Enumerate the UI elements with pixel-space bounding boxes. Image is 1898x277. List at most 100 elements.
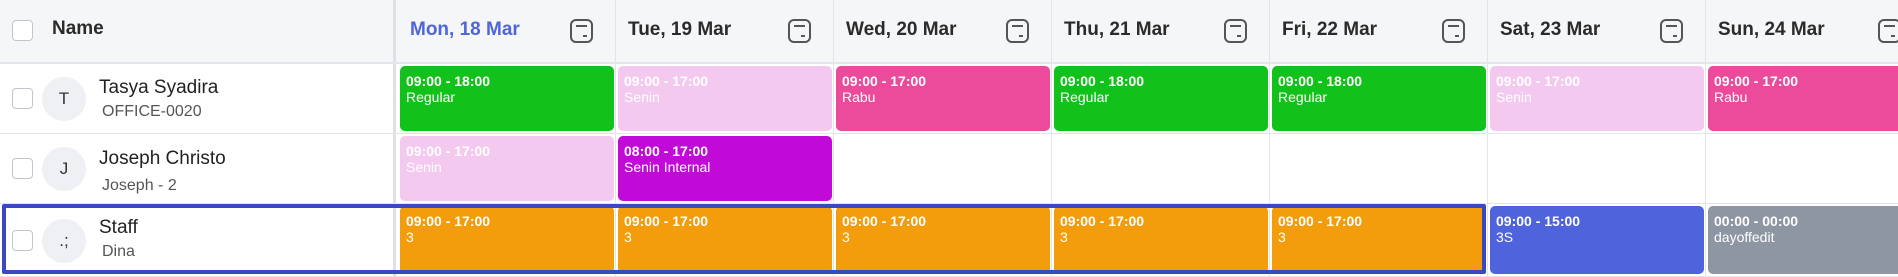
- shift-block[interactable]: 09:00 - 17:00 3: [400, 206, 614, 274]
- employee-code: Dina: [102, 243, 135, 260]
- shift-time: 09:00 - 17:00: [1714, 73, 1799, 89]
- day-cell[interactable]: 09:00 - 17:00 Senin: [398, 134, 616, 203]
- shift-label: 3: [842, 229, 850, 245]
- day-cell[interactable]: [834, 134, 1052, 203]
- day-cell[interactable]: 00:00 - 00:00 dayoffedit: [1706, 204, 1898, 276]
- shift-time: 09:00 - 18:00: [1278, 73, 1363, 89]
- shift-label: Senin: [1496, 89, 1532, 105]
- shift-block[interactable]: 09:00 - 18:00 Regular: [400, 66, 614, 131]
- shift-label: Regular: [1060, 89, 1110, 105]
- row-checkbox[interactable]: [12, 229, 33, 251]
- shift-label: Rabu: [1714, 89, 1748, 105]
- shift-time: 09:00 - 17:00: [1060, 213, 1145, 229]
- name-column-header: Name: [0, 0, 396, 62]
- select-all-checkbox[interactable]: [12, 20, 33, 41]
- shift-block[interactable]: 08:00 - 17:00 Senin Internal: [618, 136, 832, 201]
- shift-block[interactable]: 09:00 - 18:00 Regular: [1272, 66, 1486, 131]
- shift-label: 3S: [1496, 229, 1514, 245]
- day-cell[interactable]: 09:00 - 17:00 Senin: [1488, 64, 1706, 133]
- shift-block[interactable]: 09:00 - 17:00 3: [618, 206, 832, 274]
- shift-block[interactable]: 09:00 - 17:00 Rabu: [1708, 66, 1898, 131]
- shift-time: 09:00 - 17:00: [1496, 73, 1581, 89]
- day-cell[interactable]: 09:00 - 18:00 Regular: [1052, 64, 1270, 133]
- day-header-2[interactable]: Wed, 20 Mar: [834, 0, 1052, 62]
- shift-time: 08:00 - 17:00: [624, 143, 709, 159]
- shift-label: Senin: [624, 89, 660, 105]
- shift-label: Rabu: [842, 89, 876, 105]
- day-cell[interactable]: [1488, 134, 1706, 203]
- shift-label: 3: [406, 229, 414, 245]
- calendar-icon[interactable]: [1878, 19, 1898, 43]
- calendar-icon[interactable]: [570, 19, 593, 43]
- shift-block[interactable]: 09:00 - 15:00 3S: [1490, 206, 1704, 274]
- day-cell[interactable]: 09:00 - 17:00 3: [1052, 204, 1270, 276]
- name-column-label: Name: [52, 18, 104, 39]
- avatar: .;: [42, 218, 86, 263]
- shift-label: Senin Internal: [624, 159, 711, 175]
- shift-label: Regular: [406, 89, 456, 105]
- schedule-header: Name Mon, 18 Mar Tue, 19 Mar Wed, 20 Mar Th…: [0, 0, 1898, 64]
- day-header-0[interactable]: Mon, 18 Mar: [398, 0, 616, 62]
- shift-block[interactable]: 09:00 - 18:00 Regular: [1054, 66, 1268, 131]
- day-header-4[interactable]: Fri, 22 Mar: [1270, 0, 1488, 62]
- employee-name[interactable]: Staff: [99, 217, 138, 239]
- calendar-icon[interactable]: [1006, 19, 1029, 43]
- day-header-5[interactable]: Sat, 23 Mar: [1488, 0, 1706, 62]
- day-header-label: Mon, 18 Mar: [410, 19, 520, 40]
- day-cell[interactable]: 09:00 - 18:00 Regular: [398, 64, 616, 133]
- day-cell[interactable]: [1706, 134, 1898, 203]
- row-checkbox[interactable]: [12, 158, 33, 179]
- employee-name-cell: .; Staff Dina: [0, 204, 396, 276]
- day-header-label: Wed, 20 Mar: [846, 19, 957, 40]
- day-header-label: Fri, 22 Mar: [1282, 19, 1378, 40]
- shift-time: 09:00 - 17:00: [406, 213, 491, 229]
- shift-block[interactable]: 09:00 - 17:00 3: [1272, 206, 1486, 274]
- shift-label: dayoffedit: [1714, 229, 1775, 245]
- day-cell[interactable]: [1052, 134, 1270, 203]
- shift-block[interactable]: 09:00 - 17:00 3: [836, 206, 1050, 274]
- shift-label: Senin: [406, 159, 442, 175]
- shift-block[interactable]: 09:00 - 17:00 Senin: [618, 66, 832, 131]
- day-header-label: Sun, 24 Mar: [1718, 19, 1825, 40]
- employee-row: T Tasya Syadira OFFICE-0020 09:00 - 18:00 Re…: [0, 64, 1898, 134]
- shift-time: 09:00 - 17:00: [406, 143, 491, 159]
- day-header-6[interactable]: Sun, 24 Mar: [1706, 0, 1898, 62]
- shift-block[interactable]: 00:00 - 00:00 dayoffedit: [1708, 206, 1898, 274]
- shift-time: 09:00 - 17:00: [842, 73, 927, 89]
- employee-code: Joseph - 2: [102, 177, 177, 194]
- schedule-grid: Name Mon, 18 Mar Tue, 19 Mar Wed, 20 Mar Th…: [0, 0, 1898, 277]
- shift-block[interactable]: 09:00 - 17:00 3: [1054, 206, 1268, 274]
- calendar-icon[interactable]: [1660, 19, 1683, 43]
- day-cell[interactable]: 09:00 - 17:00 3: [398, 204, 616, 276]
- employee-row: J Joseph Christo Joseph - 2 09:00 - 17:00 Se…: [0, 134, 1898, 204]
- shift-time: 09:00 - 17:00: [624, 73, 709, 89]
- row-checkbox[interactable]: [12, 88, 33, 109]
- shift-block[interactable]: 09:00 - 17:00 Rabu: [836, 66, 1050, 131]
- calendar-icon[interactable]: [1224, 19, 1247, 43]
- day-header-1[interactable]: Tue, 19 Mar: [616, 0, 834, 62]
- day-cell[interactable]: 09:00 - 17:00 Senin: [616, 64, 834, 133]
- day-cell[interactable]: 09:00 - 15:00 3S: [1488, 204, 1706, 276]
- day-cell[interactable]: [1270, 134, 1488, 203]
- shift-label: Regular: [1278, 89, 1328, 105]
- calendar-icon[interactable]: [1442, 19, 1465, 43]
- day-cell[interactable]: 09:00 - 18:00 Regular: [1270, 64, 1488, 133]
- day-header-3[interactable]: Thu, 21 Mar: [1052, 0, 1270, 62]
- day-cell[interactable]: 08:00 - 17:00 Senin Internal: [616, 134, 834, 203]
- shift-block[interactable]: 09:00 - 17:00 Senin: [1490, 66, 1704, 131]
- day-cell[interactable]: 09:00 - 17:00 3: [834, 204, 1052, 276]
- day-cell[interactable]: 09:00 - 17:00 3: [616, 204, 834, 276]
- day-header-label: Thu, 21 Mar: [1064, 19, 1170, 40]
- shift-label: 3: [1278, 229, 1286, 245]
- day-cell[interactable]: 09:00 - 17:00 Rabu: [834, 64, 1052, 133]
- employee-name[interactable]: Joseph Christo: [99, 148, 226, 170]
- avatar: J: [42, 147, 86, 191]
- shift-label: 3: [624, 229, 632, 245]
- shift-time: 09:00 - 17:00: [1278, 213, 1363, 229]
- shift-block[interactable]: 09:00 - 17:00 Senin: [400, 136, 614, 201]
- employee-code: OFFICE-0020: [102, 103, 202, 120]
- day-cell[interactable]: 09:00 - 17:00 Rabu: [1706, 64, 1898, 133]
- employee-name[interactable]: Tasya Syadira: [99, 77, 218, 99]
- day-cell[interactable]: 09:00 - 17:00 3: [1270, 204, 1488, 276]
- calendar-icon[interactable]: [788, 19, 811, 43]
